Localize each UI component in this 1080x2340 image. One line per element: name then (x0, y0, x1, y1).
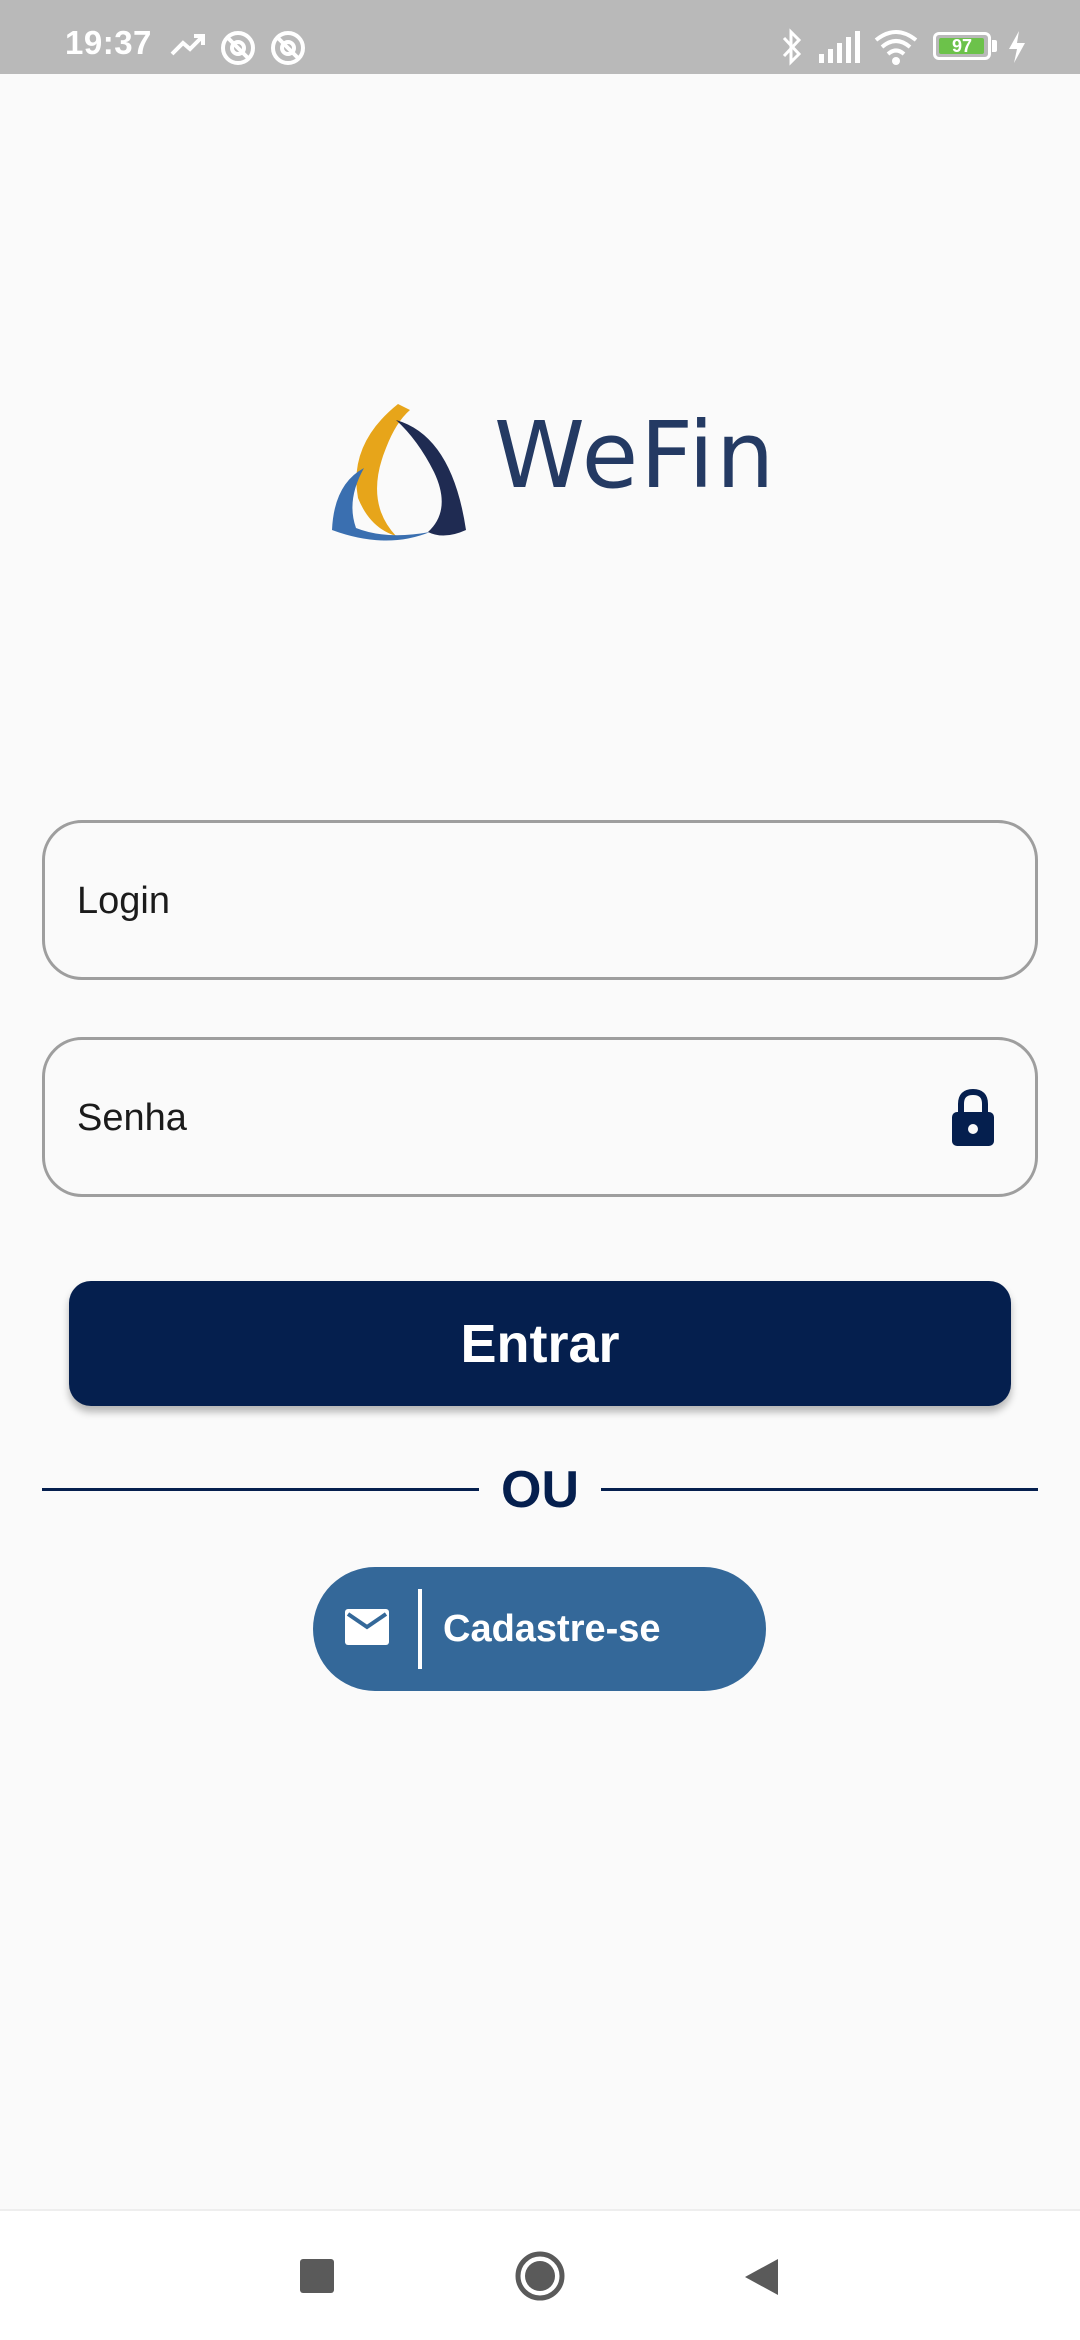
status-bar: 19:37 97 (0, 0, 1080, 74)
divider-line-left (42, 1488, 479, 1491)
login-input[interactable] (75, 823, 939, 979)
signup-button-label: Cadastre-se (443, 1608, 661, 1650)
home-button[interactable] (514, 2250, 566, 2302)
password-field[interactable] (42, 1037, 1038, 1197)
at-icon (221, 31, 255, 65)
enter-button[interactable]: Entrar (69, 1281, 1011, 1406)
bluetooth-icon (782, 28, 802, 66)
trend-icon (170, 34, 205, 56)
battery-nub (992, 40, 997, 52)
battery-icon: 97 (933, 32, 991, 60)
logo-wordmark: WeFin (494, 402, 777, 509)
login-field[interactable] (42, 820, 1038, 980)
battery-level: 97 (951, 36, 973, 56)
back-button[interactable] (742, 2256, 780, 2298)
status-time: 19:37 (65, 24, 152, 61)
signal-icon (819, 31, 860, 63)
or-divider-label: OU (501, 1461, 579, 1519)
divider-line-right (601, 1488, 1038, 1491)
charging-icon (1009, 31, 1025, 63)
signup-button[interactable]: Cadastre-se (313, 1567, 766, 1691)
enter-button-label: Entrar (460, 1313, 620, 1374)
at-icon (271, 31, 305, 65)
lock-icon[interactable] (949, 1088, 997, 1148)
mail-icon (345, 1609, 389, 1645)
logo-symbol-icon (332, 404, 466, 541)
wifi-icon (874, 30, 918, 65)
signup-separator (418, 1589, 422, 1669)
recent-apps-button[interactable] (297, 2256, 337, 2296)
navigation-bar (0, 2209, 1080, 2340)
app-logo: WeFin (326, 400, 774, 545)
password-input[interactable] (75, 1040, 939, 1196)
